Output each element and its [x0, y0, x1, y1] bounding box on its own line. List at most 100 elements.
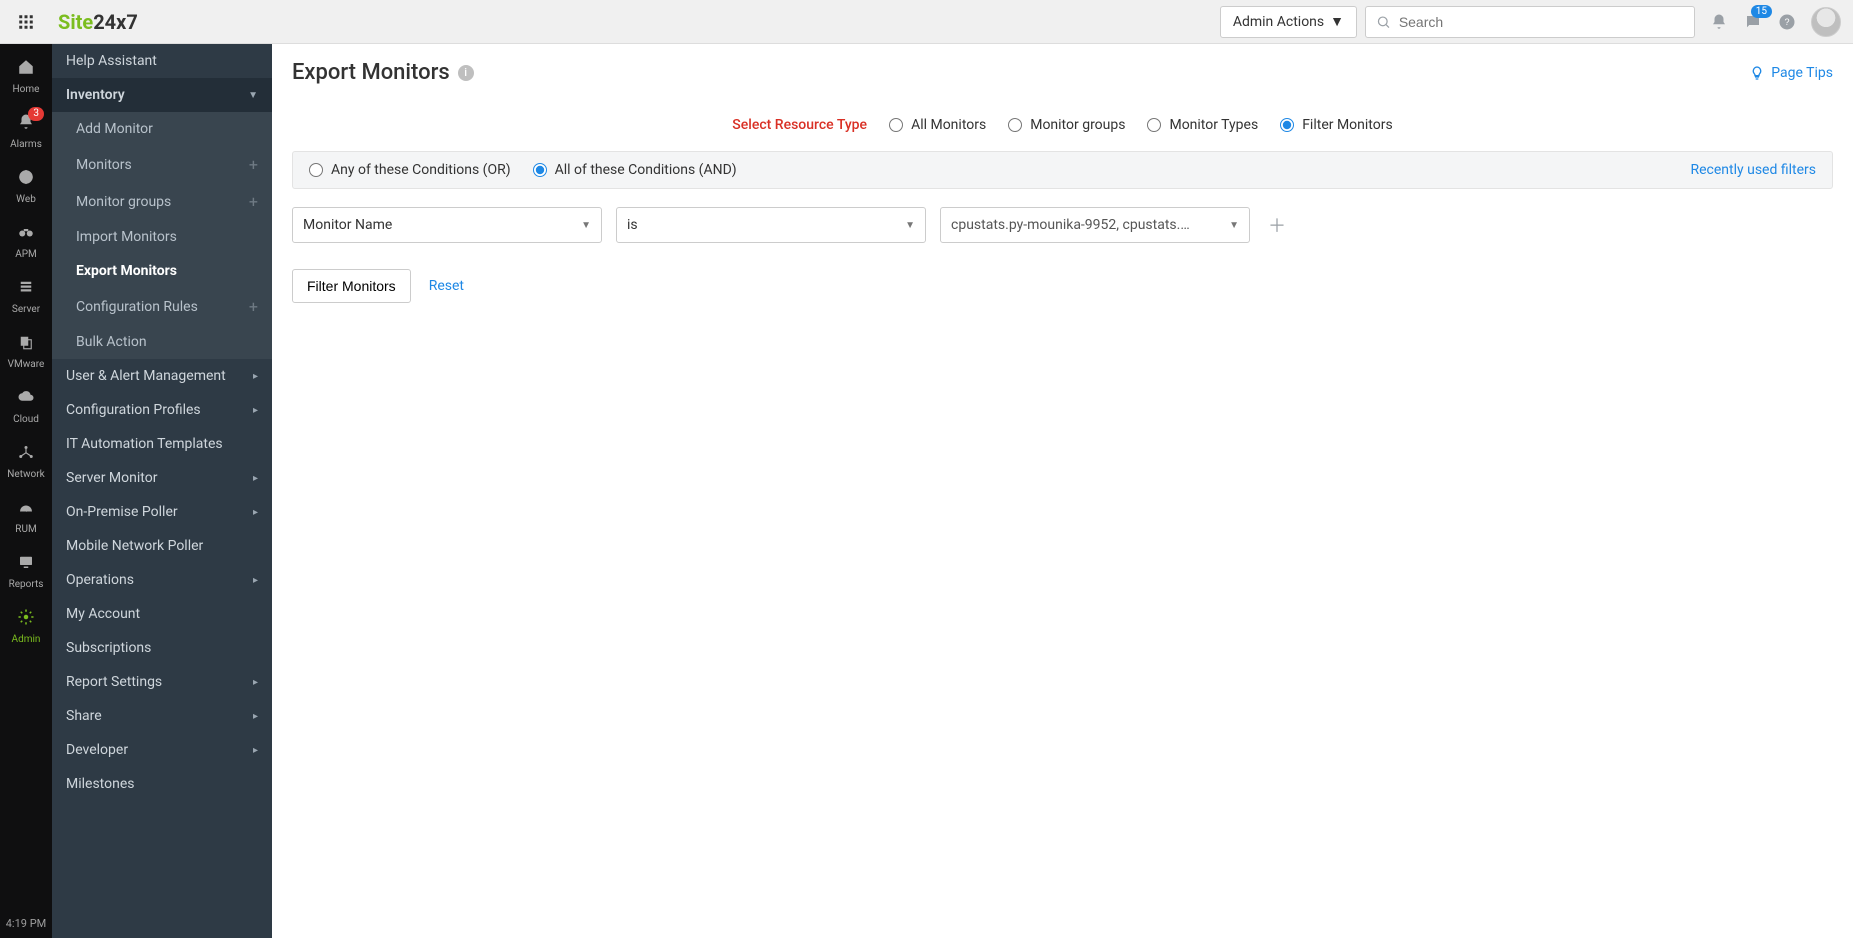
page-tips-label: Page Tips — [1771, 65, 1833, 81]
filter-value-text: cpustats.py-mounika-9952, cpustats... an… — [951, 217, 1191, 233]
sidenav-label: User & Alert Management — [66, 368, 226, 384]
rail-label: Server — [12, 304, 40, 315]
resource-type-option-all-monitors[interactable]: All Monitors — [889, 117, 986, 133]
sidenav-item-share[interactable]: Share▸ — [52, 699, 272, 733]
sidenav-label: On-Premise Poller — [66, 504, 178, 520]
rail-item-network[interactable]: Network — [0, 435, 52, 490]
filter-operator-dropdown[interactable]: is ▼ — [616, 207, 926, 243]
rail-item-server[interactable]: Server — [0, 270, 52, 325]
notification-bell-icon[interactable] — [1709, 12, 1729, 32]
search-input[interactable] — [1399, 14, 1684, 30]
app-switcher-icon[interactable] — [0, 0, 52, 44]
plus-icon[interactable]: + — [249, 192, 258, 211]
admin-actions-dropdown[interactable]: Admin Actions ▼ — [1220, 6, 1357, 38]
sidenav-label: Inventory — [66, 87, 125, 103]
plus-icon[interactable]: + — [249, 297, 258, 316]
resource-type-label: Select Resource Type — [732, 117, 867, 133]
logo[interactable]: Site24x7 — [58, 10, 138, 34]
sidenav-sub-add-monitor[interactable]: Add Monitor — [52, 112, 272, 146]
sidenav-inventory[interactable]: Inventory ▼ — [52, 78, 272, 112]
sidenav-item-milestones[interactable]: Milestones — [52, 767, 272, 801]
avatar[interactable] — [1811, 7, 1841, 37]
sidenav-item-operations[interactable]: Operations ▸ — [52, 563, 272, 597]
sidenav-item-server-monitor[interactable]: Server Monitor▸ — [52, 461, 272, 495]
chevron-down-icon: ▼ — [248, 90, 258, 101]
sidenav-label: Monitors — [76, 157, 132, 173]
resource-type-radio[interactable] — [1147, 118, 1161, 132]
rail-item-alarms[interactable]: 3 Alarms — [0, 105, 52, 160]
rail-time: 4:19 PM — [6, 917, 46, 930]
resource-type-radio[interactable] — [1280, 118, 1294, 132]
sidenav-item-report-settings[interactable]: Report Settings ▸ — [52, 665, 272, 699]
sidenav-item-developer[interactable]: Developer▸ — [52, 733, 272, 767]
resource-type-option-monitor-types[interactable]: Monitor Types — [1147, 117, 1258, 133]
add-filter-icon[interactable]: ＋ — [1264, 212, 1290, 238]
sidenav-label: Configuration Profiles — [66, 402, 201, 418]
sidenav-sub-bulk-action[interactable]: Bulk Action — [52, 325, 272, 359]
rail-item-cloud[interactable]: Cloud — [0, 380, 52, 435]
sidenav-label: Export Monitors — [76, 263, 177, 279]
sidenav-item-on-premise-poller[interactable]: On-Premise Poller ▸ — [52, 495, 272, 529]
search-box[interactable] — [1365, 6, 1695, 38]
chevron-right-icon: ▸ — [253, 575, 258, 586]
resource-type-option-filter-monitors[interactable]: Filter Monitors — [1280, 117, 1393, 133]
cond-and-option[interactable]: All of these Conditions (AND) — [533, 162, 737, 178]
filter-field-dropdown[interactable]: Monitor Name ▼ — [292, 207, 602, 243]
filter-monitors-button[interactable]: Filter Monitors — [292, 269, 411, 303]
rail-item-reports[interactable]: Reports — [0, 545, 52, 600]
filter-value-dropdown[interactable]: cpustats.py-mounika-9952, cpustats... an… — [940, 207, 1250, 243]
sidenav-label: Report Settings — [66, 674, 162, 690]
sidenav-sub-export-monitors[interactable]: Export Monitors — [52, 254, 272, 288]
recently-used-filters-link[interactable]: Recently used filters — [1691, 162, 1817, 178]
sidenav-label: Add Monitor — [76, 121, 153, 137]
resource-type-option-monitor-groups[interactable]: Monitor groups — [1008, 117, 1125, 133]
sidenav-label: Operations — [66, 572, 134, 588]
binoc-icon — [17, 223, 35, 245]
cond-and-radio[interactable] — [533, 163, 547, 177]
gauge-icon — [17, 498, 35, 520]
svg-text:?: ? — [1784, 17, 1789, 27]
sidenav-label: Configuration Rules — [76, 299, 198, 315]
rail-item-web[interactable]: Web — [0, 160, 52, 215]
sidenav-item-configuration-profiles[interactable]: Configuration Profiles▸ — [52, 393, 272, 427]
sidenav-help-assistant[interactable]: Help Assistant — [52, 44, 272, 78]
resource-type-radio-label: Monitor groups — [1030, 117, 1125, 133]
chevron-right-icon: ▸ — [253, 677, 258, 688]
sidenav-item-mobile-network-poller[interactable]: Mobile Network Poller — [52, 529, 272, 563]
sidenav-sub-monitor-groups[interactable]: Monitor groups+ — [52, 183, 272, 220]
sidenav-sub-import-monitors[interactable]: Import Monitors — [52, 220, 272, 254]
page-tips-link[interactable]: Page Tips — [1749, 65, 1833, 81]
sidenav-item-it-automation-templates[interactable]: IT Automation Templates — [52, 427, 272, 461]
sidenav-sub-configuration-rules[interactable]: Configuration Rules + — [52, 288, 272, 325]
sidenav-sub-monitors[interactable]: Monitors + — [52, 146, 272, 183]
network-icon — [17, 443, 35, 465]
admin-actions-label: Admin Actions — [1233, 14, 1324, 30]
rail-item-admin[interactable]: Admin — [0, 600, 52, 655]
chevron-right-icon: ▸ — [253, 507, 258, 518]
rail-item-rum[interactable]: RUM — [0, 490, 52, 545]
page-title: Export Monitors — [292, 60, 450, 85]
sidenav-item-user-alert-management[interactable]: User & Alert Management▸ — [52, 359, 272, 393]
cond-or-option[interactable]: Any of these Conditions (OR) — [309, 162, 511, 178]
copy-icon — [17, 333, 35, 355]
help-icon[interactable]: ? — [1777, 12, 1797, 32]
chat-icon[interactable]: 15 — [1743, 12, 1763, 32]
plus-icon[interactable]: + — [249, 155, 258, 174]
resource-type-radio-label: Monitor Types — [1169, 117, 1258, 133]
sidenav-item-subscriptions[interactable]: Subscriptions — [52, 631, 272, 665]
rail-label: RUM — [15, 524, 36, 535]
rail-item-vmware[interactable]: VMware — [0, 325, 52, 380]
reset-link[interactable]: Reset — [429, 278, 464, 294]
info-icon[interactable]: i — [458, 65, 474, 81]
chevron-down-icon: ▼ — [1229, 220, 1239, 231]
search-icon — [1376, 14, 1391, 30]
resource-type-radio[interactable] — [889, 118, 903, 132]
chevron-right-icon: ▸ — [253, 745, 258, 756]
rail-label: Alarms — [10, 139, 42, 150]
resource-type-radio[interactable] — [1008, 118, 1022, 132]
rail-item-home[interactable]: Home — [0, 50, 52, 105]
sidenav-item-my-account[interactable]: My Account — [52, 597, 272, 631]
rail-label: Network — [7, 469, 44, 480]
rail-item-apm[interactable]: APM — [0, 215, 52, 270]
cond-or-radio[interactable] — [309, 163, 323, 177]
